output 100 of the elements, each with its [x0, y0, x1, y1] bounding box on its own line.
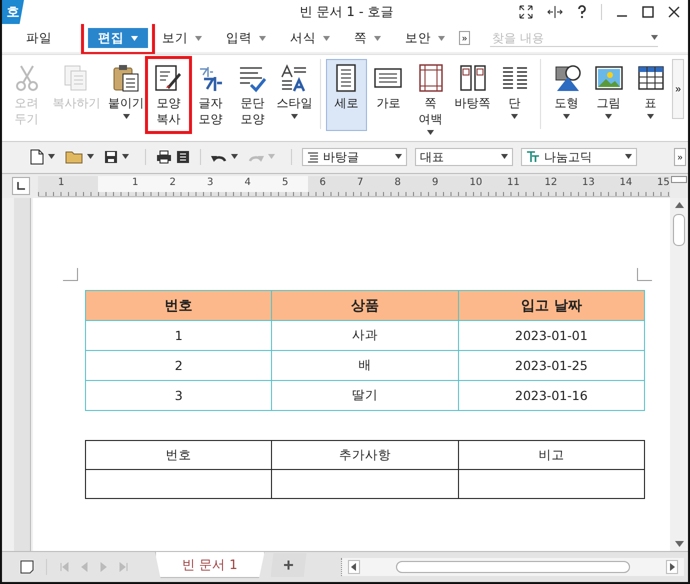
- table-cell: 2023-01-01: [458, 320, 644, 350]
- font-group-name: 대표: [420, 148, 444, 166]
- font-dropdown[interactable]: 나눔고딕: [521, 148, 637, 166]
- table-header: 상품: [272, 290, 458, 320]
- menu-tab[interactable]: 입력: [216, 27, 276, 49]
- caret-icon[interactable]: [231, 154, 238, 160]
- caret-icon[interactable]: [427, 130, 434, 136]
- print-icon[interactable]: [156, 150, 172, 164]
- caret-icon[interactable]: [395, 154, 402, 160]
- ribbon-button[interactable]: 가로: [368, 59, 409, 131]
- horizontal-ruler[interactable]: 1 1 2 3 4 5 6 7 8 9 10 11 12 13 14 15: [38, 176, 670, 196]
- ribbon-button[interactable]: 스타일: [274, 59, 315, 131]
- table-cell: 3: [86, 380, 272, 410]
- font-group-dropdown[interactable]: 대표: [415, 148, 513, 166]
- paragraph-icon: [307, 151, 319, 163]
- add-tab-button[interactable]: +: [270, 553, 307, 577]
- help-icon[interactable]: [577, 5, 587, 19]
- ruler-number: 9: [432, 176, 438, 188]
- table-cell: 딸기: [272, 380, 458, 410]
- menu-tab[interactable]: 파일: [16, 27, 62, 49]
- style-name: 바탕글: [323, 148, 359, 166]
- table-cell: 2023-01-25: [458, 350, 644, 380]
- table-header: 입고 날짜: [458, 290, 644, 320]
- ribbon-button[interactable]: 단: [494, 59, 536, 131]
- ruler-number: 6: [320, 176, 326, 188]
- ribbon-button[interactable]: 모양 복사: [148, 59, 189, 131]
- caret-icon[interactable]: [122, 114, 130, 120]
- new-document-icon[interactable]: [30, 149, 44, 165]
- ruler-number: 3: [207, 176, 214, 188]
- ribbon-button[interactable]: 도형: [546, 59, 588, 131]
- ribbon-more-button[interactable]: »: [672, 59, 684, 119]
- ribbon-button[interactable]: 표: [630, 59, 672, 131]
- scroll-down-icon[interactable]: [674, 541, 684, 547]
- table-header: 번호: [86, 290, 272, 320]
- ribbon-button[interactable]: 글자 모양: [190, 59, 231, 131]
- ruler-number: 11: [507, 176, 520, 188]
- caret-icon[interactable]: [511, 114, 518, 120]
- caret-icon[interactable]: [563, 114, 570, 120]
- resize-icon[interactable]: [547, 5, 563, 19]
- fullscreen-icon[interactable]: [519, 5, 533, 19]
- ribbon-button[interactable]: 문단 모양: [232, 59, 273, 131]
- close-icon[interactable]: [668, 6, 680, 18]
- menu-tab[interactable]: 서식: [280, 27, 340, 49]
- ruler-number: 5: [282, 176, 288, 188]
- ruler-number: 4: [244, 176, 251, 188]
- split-handle[interactable]: [671, 176, 687, 183]
- ruler-number: 13: [582, 176, 595, 188]
- ruler-number: 14: [620, 176, 632, 188]
- page-view-icon[interactable]: [20, 560, 34, 574]
- font-name: 나눔고딕: [544, 148, 592, 166]
- paste-icon: [111, 63, 142, 93]
- tab-stop-icon[interactable]: [12, 177, 30, 195]
- scroll-thumb[interactable]: [396, 561, 630, 573]
- table-header: 비고: [458, 440, 644, 470]
- caret-icon[interactable]: [122, 154, 129, 160]
- table-cell: 배: [272, 350, 458, 380]
- caret-icon[interactable]: [647, 114, 654, 120]
- font-icon: [526, 151, 540, 163]
- table-cell: 2: [86, 350, 272, 380]
- folder-icon[interactable]: [65, 150, 83, 164]
- caret-icon[interactable]: [48, 154, 55, 160]
- margin-mark: [637, 268, 652, 281]
- scroll-right-icon[interactable]: [666, 560, 678, 574]
- document-tab[interactable]: 빈 문서 1: [155, 552, 265, 578]
- ruler-number: 15: [657, 176, 670, 188]
- menu-tab[interactable]: 보안: [395, 27, 455, 49]
- caret-icon[interactable]: [651, 35, 658, 40]
- maximize-icon[interactable]: [642, 6, 654, 18]
- caret-icon[interactable]: [501, 154, 508, 160]
- scroll-thumb[interactable]: [673, 214, 685, 246]
- ruler-number: 1: [58, 176, 64, 188]
- scroll-up-icon[interactable]: [674, 202, 684, 208]
- ribbon-button[interactable]: 세로: [326, 59, 367, 131]
- ribbon-button[interactable]: 바탕쪽: [452, 59, 494, 131]
- ribbon-button[interactable]: 그림: [588, 59, 630, 131]
- margin-mark: [63, 268, 78, 281]
- master-icon: [458, 63, 488, 93]
- table-header: 추가사항: [272, 440, 458, 470]
- caret-icon[interactable]: [605, 114, 612, 120]
- style-dropdown[interactable]: 바탕글: [302, 148, 407, 166]
- ribbon-button[interactable]: 붙이기: [106, 59, 147, 131]
- horizontal-scrollbar[interactable]: [341, 558, 684, 576]
- ruler-number: 1: [132, 176, 138, 188]
- caret-icon[interactable]: [625, 154, 632, 160]
- caret-icon[interactable]: [87, 154, 94, 160]
- app-logo: 호: [2, 0, 24, 24]
- toolbar-more-button[interactable]: »: [674, 148, 686, 166]
- search-field[interactable]: 찾을 내용: [490, 30, 644, 46]
- ribbon-button[interactable]: 쪽 여백: [410, 59, 452, 131]
- ruler-number: 12: [544, 176, 558, 188]
- menu-tab[interactable]: 보기: [152, 27, 212, 49]
- caret-icon[interactable]: [290, 114, 298, 120]
- scroll-left-icon[interactable]: [348, 560, 360, 574]
- ruler-number: 8: [394, 176, 401, 188]
- table-cell: 2023-01-16: [458, 380, 644, 410]
- menu-tab[interactable]: 쪽: [344, 27, 391, 49]
- table-cell: 1: [86, 320, 272, 350]
- preview-icon[interactable]: [176, 150, 190, 164]
- more-button[interactable]: »: [459, 31, 470, 45]
- save-icon[interactable]: [104, 150, 118, 164]
